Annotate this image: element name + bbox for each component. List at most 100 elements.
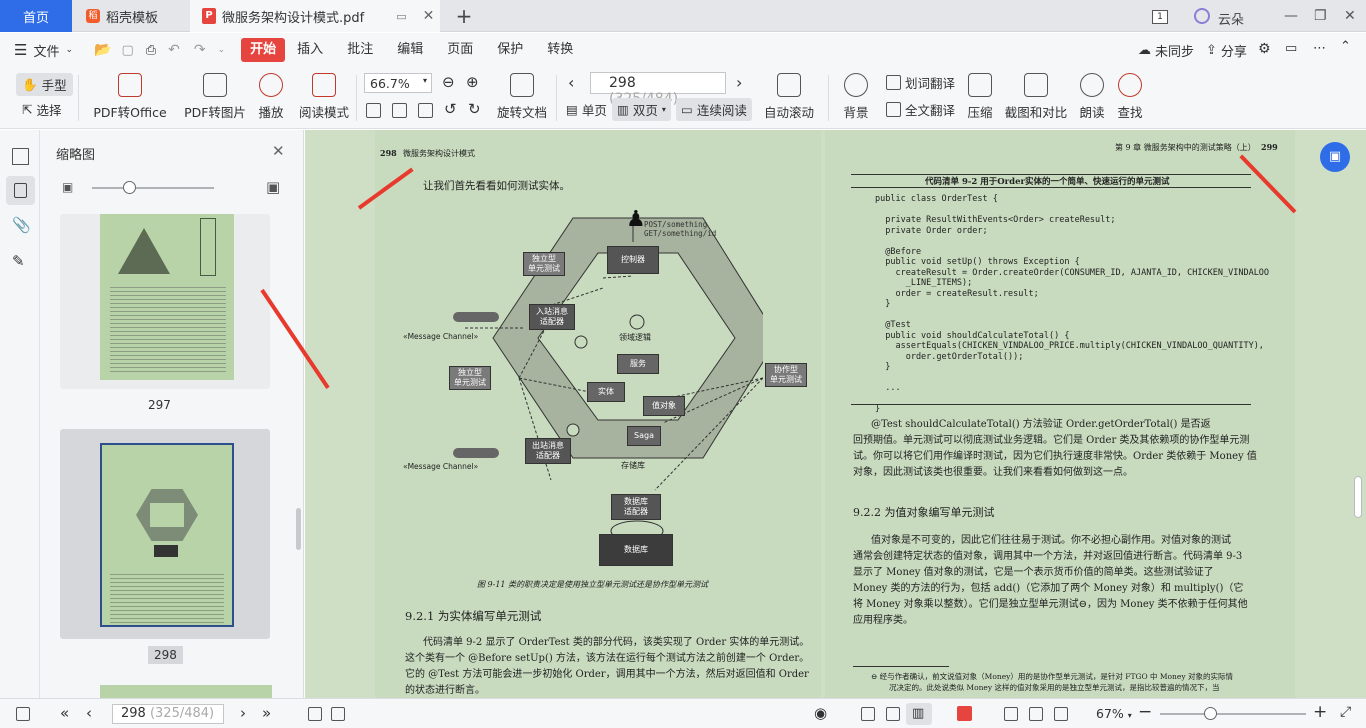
thumbnail-size-slider-handle[interactable] bbox=[123, 181, 136, 194]
floating-translate-icon[interactable]: ▣ bbox=[1320, 142, 1350, 172]
bookmark-icon[interactable] bbox=[12, 148, 29, 165]
user-avatar[interactable] bbox=[1194, 8, 1210, 24]
background-button[interactable]: 背景 bbox=[838, 73, 874, 121]
prev-page-status-icon[interactable]: ‹ bbox=[86, 704, 92, 722]
compress-button[interactable]: 压缩 bbox=[966, 73, 994, 121]
status-page-input[interactable]: 298 (325/484) bbox=[112, 704, 224, 724]
open-icon[interactable]: 📂 bbox=[94, 42, 111, 58]
play-button[interactable]: 播放 bbox=[254, 73, 288, 121]
full-translate-button[interactable]: 全文翻译 bbox=[886, 100, 955, 119]
read-aloud-button[interactable]: 朗读 bbox=[1078, 73, 1106, 121]
insert-page-icon[interactable] bbox=[308, 707, 322, 721]
pdf-to-office-button[interactable]: PDF转Office bbox=[90, 73, 170, 121]
zoom-slider[interactable] bbox=[1160, 713, 1306, 715]
fit-page-status-icon[interactable] bbox=[1029, 707, 1043, 721]
fit-width-status-icon[interactable] bbox=[1054, 707, 1068, 721]
close-panel-icon[interactable]: ✕ bbox=[272, 142, 285, 160]
single-page-button[interactable]: ▤ 单页 bbox=[566, 100, 607, 119]
menu-page[interactable]: 页面 bbox=[435, 38, 485, 62]
redo-icon[interactable]: ↷ bbox=[194, 42, 206, 58]
select-tool[interactable]: ⇱ 选择 bbox=[22, 100, 62, 119]
menu-start[interactable]: 开始 bbox=[241, 38, 286, 62]
screenshot-compare-button[interactable]: 截图和对比 bbox=[1004, 73, 1068, 121]
document-scrollbar[interactable] bbox=[1354, 476, 1362, 518]
double-page-view-button[interactable]: ▥ bbox=[906, 703, 932, 725]
dropdown-icon[interactable]: ⌄ bbox=[218, 45, 226, 55]
hand-tool[interactable]: ✋ 手型 bbox=[16, 73, 73, 96]
zoom-out-icon[interactable]: ⊖ bbox=[442, 73, 455, 91]
pdf-to-image-button[interactable]: PDF转图片 bbox=[183, 73, 247, 121]
signature-icon[interactable]: ✎ bbox=[12, 252, 25, 270]
eye-protection-icon[interactable]: ◉ bbox=[814, 704, 827, 722]
auto-scroll-button[interactable]: 自动滚动 bbox=[760, 73, 818, 121]
fit-width-icon[interactable] bbox=[418, 103, 433, 118]
file-menu[interactable]: ☰ 文件 ⌄ bbox=[0, 41, 88, 60]
thumb-figure-column bbox=[200, 218, 216, 276]
print-icon[interactable]: ⎙ bbox=[146, 43, 156, 58]
page-number-input[interactable]: 298 (325/484) bbox=[590, 72, 726, 107]
more-icon[interactable]: ⋯ bbox=[1313, 41, 1326, 56]
rotate-left-icon[interactable]: ↺ bbox=[444, 100, 457, 118]
attachment-icon[interactable]: 📎 bbox=[12, 216, 31, 234]
word-translate-button[interactable]: 划词翻译 bbox=[886, 73, 955, 92]
zoom-select[interactable]: 66.7% ▾ bbox=[364, 73, 432, 93]
tab-close-icon[interactable]: ✕ bbox=[423, 8, 435, 24]
new-tab-button[interactable]: + bbox=[452, 0, 476, 32]
actual-size-status-icon[interactable] bbox=[1004, 707, 1018, 721]
zoom-out-status-icon[interactable]: − bbox=[1138, 702, 1152, 722]
user-name[interactable]: 云朵 bbox=[1218, 9, 1244, 28]
save-icon[interactable]: ▢ bbox=[121, 43, 133, 58]
standalone-test-left: 独立型 单元测试 bbox=[449, 366, 491, 390]
restore-icon[interactable]: ❐ bbox=[1314, 8, 1327, 24]
sync-status[interactable]: ☁ 未同步 bbox=[1138, 41, 1194, 60]
continuous-view-icon[interactable] bbox=[886, 707, 900, 721]
tab-home[interactable]: 首页 bbox=[0, 0, 72, 32]
thumbnail-297[interactable] bbox=[60, 214, 270, 389]
small-image-icon[interactable]: ▣ bbox=[62, 180, 73, 194]
search-button[interactable]: 查找 bbox=[1116, 73, 1144, 121]
sidebar-toggle-icon[interactable] bbox=[16, 707, 30, 721]
thumbnail-298[interactable] bbox=[60, 429, 270, 639]
extract-page-icon[interactable] bbox=[331, 707, 345, 721]
close-window-icon[interactable]: ✕ bbox=[1344, 8, 1356, 24]
double-page-button[interactable]: ▥ 双页 ▾ bbox=[612, 98, 671, 121]
last-page-icon[interactable]: » bbox=[262, 704, 271, 722]
rotate-document-button[interactable]: 旋转文档 bbox=[496, 73, 548, 121]
undo-icon[interactable]: ↶ bbox=[168, 42, 180, 58]
thumbnail-size-slider[interactable] bbox=[92, 187, 214, 189]
tab-document[interactable]: P 微服务架构设计模式.pdf ▭ ✕ bbox=[190, 0, 440, 32]
continuous-reading-button[interactable]: ▭ 连续阅读 bbox=[676, 98, 752, 121]
settings-gear-icon[interactable]: ⚙ bbox=[1258, 41, 1271, 57]
share-button[interactable]: ⇪ 分享 bbox=[1206, 41, 1247, 60]
large-image-icon[interactable]: ▣ bbox=[266, 178, 280, 196]
menu-convert[interactable]: 转换 bbox=[535, 38, 585, 62]
rotate-right-icon[interactable]: ↻ bbox=[468, 100, 481, 118]
feedback-icon[interactable]: ▭ bbox=[1285, 41, 1297, 56]
thumbnail-next-partial[interactable] bbox=[100, 685, 272, 698]
menu-edit[interactable]: 编辑 bbox=[385, 38, 435, 62]
tab-template[interactable]: 稻 稻壳模板 bbox=[74, 0, 188, 32]
thumbnail-view-button[interactable] bbox=[6, 176, 35, 205]
zoom-in-icon[interactable]: ⊕ bbox=[466, 73, 479, 91]
fit-page-icon[interactable] bbox=[392, 103, 407, 118]
zoom-in-status-icon[interactable]: + bbox=[1313, 702, 1327, 722]
read-mode-button[interactable]: 阅读模式 bbox=[298, 73, 350, 121]
zoom-level[interactable]: 67% ▾ bbox=[1096, 706, 1132, 721]
single-page-view-icon[interactable] bbox=[861, 707, 875, 721]
fullscreen-icon[interactable]: ⤢ bbox=[1340, 704, 1351, 720]
collapse-ribbon-icon[interactable]: ⌃ bbox=[1340, 39, 1351, 54]
zoom-slider-handle[interactable] bbox=[1204, 707, 1217, 720]
tab-pin-icon[interactable]: ▭ bbox=[396, 10, 406, 23]
minimize-icon[interactable]: — bbox=[1284, 8, 1298, 24]
menu-annotate[interactable]: 批注 bbox=[335, 38, 385, 62]
thumbnail-scrollbar[interactable] bbox=[296, 508, 301, 550]
menu-insert[interactable]: 插入 bbox=[285, 38, 335, 62]
actual-size-icon[interactable] bbox=[366, 103, 381, 118]
play-status-icon[interactable] bbox=[957, 706, 972, 721]
window-count-badge[interactable]: 1 bbox=[1152, 10, 1168, 24]
next-page-status-icon[interactable]: › bbox=[240, 704, 246, 722]
menu-protect[interactable]: 保护 bbox=[485, 38, 535, 62]
next-page-icon[interactable]: › bbox=[736, 73, 742, 92]
first-page-icon[interactable]: « bbox=[60, 704, 69, 722]
prev-page-icon[interactable]: ‹ bbox=[568, 73, 574, 92]
